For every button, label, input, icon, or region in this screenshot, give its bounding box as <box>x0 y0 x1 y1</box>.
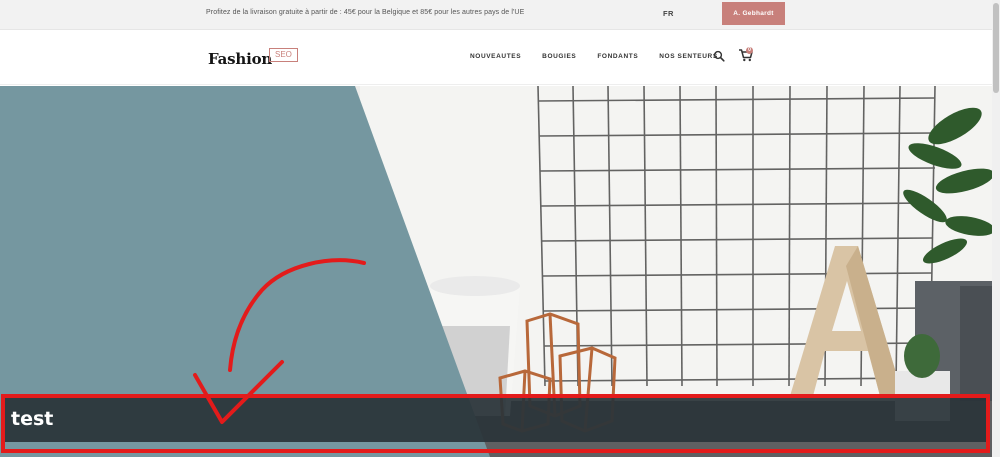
nav-item-nos-senteurs[interactable]: NOS SENTEURS <box>659 53 718 60</box>
nav-item-fondants[interactable]: FONDANTS <box>597 53 638 60</box>
promo-text: Profitez de la livraison gratuite à part… <box>206 9 525 16</box>
hero-caption: test <box>11 408 54 430</box>
main-nav: NOUVEAUTES BOUGIES FONDANTS NOS SENTEURS <box>470 53 739 60</box>
scrollbar-thumb[interactable] <box>993 3 999 93</box>
hero-caption-bar <box>4 397 986 442</box>
nav-item-bougies[interactable]: BOUGIES <box>542 53 576 60</box>
language-selector[interactable]: FR <box>663 9 674 18</box>
search-icon[interactable] <box>713 50 725 62</box>
cart-count-badge: 0 <box>746 47 753 54</box>
logo-badge: SEO <box>269 48 298 62</box>
nav-item-nouveautes[interactable]: NOUVEAUTES <box>470 53 521 60</box>
main-header: Fashion SEO NOUVEAUTES BOUGIES FONDANTS … <box>0 31 992 85</box>
account-button[interactable]: A. Gebhardt <box>722 2 785 25</box>
top-promo-bar: Profitez de la livraison gratuite à part… <box>0 0 1000 30</box>
logo-text: Fashion <box>208 50 273 68</box>
site-logo[interactable]: Fashion SEO <box>208 43 300 73</box>
